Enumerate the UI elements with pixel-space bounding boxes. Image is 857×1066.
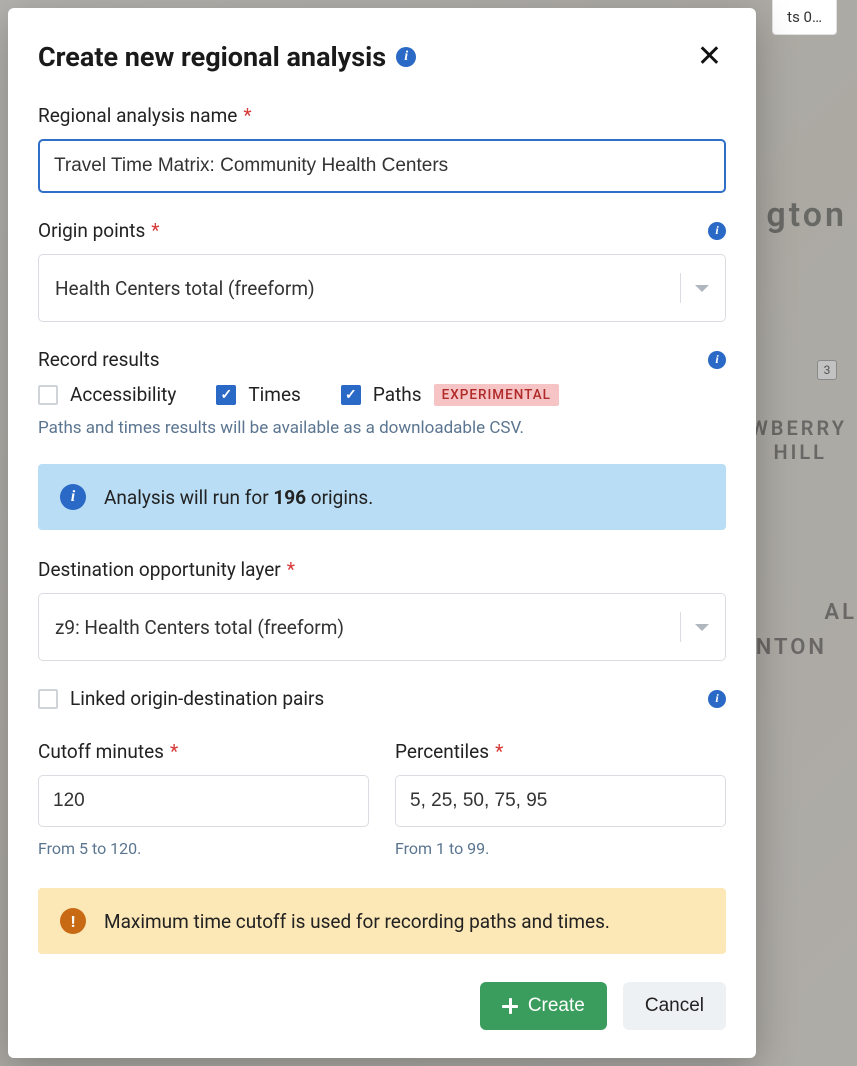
info-icon[interactable]: i <box>708 222 726 240</box>
times-checkbox[interactable] <box>216 385 236 405</box>
warning-text: Maximum time cutoff is used for recordin… <box>104 910 610 933</box>
info-icon[interactable]: i <box>708 351 726 369</box>
close-button[interactable]: ✕ <box>693 38 726 76</box>
chevron-down-icon <box>695 624 709 631</box>
cutoff-label: Cutoff minutes * <box>38 740 369 763</box>
required-marker: * <box>151 219 159 242</box>
destination-select-value: z9: Health Centers total (freeform) <box>55 616 344 639</box>
percentiles-label: Percentiles * <box>395 740 726 763</box>
modal-title: Create new regional analysis i <box>38 41 416 73</box>
modal-footer-buttons: Create Cancel <box>38 982 726 1030</box>
accessibility-checkbox[interactable] <box>38 385 58 405</box>
accessibility-label: Accessibility <box>70 383 176 406</box>
required-marker: * <box>170 740 178 763</box>
record-results-title: Record results <box>38 348 160 371</box>
create-button-label: Create <box>528 995 585 1017</box>
cutoff-warning-banner: ! Maximum time cutoff is used for record… <box>38 888 726 954</box>
name-label-text: Regional analysis name <box>38 104 237 127</box>
origin-count-value: 196 <box>273 486 306 509</box>
name-label: Regional analysis name * <box>38 104 726 127</box>
linked-pairs-label: Linked origin-destination pairs <box>70 687 324 710</box>
cancel-button[interactable]: Cancel <box>623 982 726 1030</box>
linked-pairs-checkbox[interactable] <box>38 689 58 709</box>
modal-header: Create new regional analysis i ✕ <box>38 38 726 76</box>
info-icon: i <box>60 484 86 510</box>
times-option[interactable]: Times <box>216 383 301 406</box>
info-icon[interactable]: i <box>708 690 726 708</box>
warning-icon: ! <box>60 908 86 934</box>
cutoff-minutes-input[interactable] <box>38 775 369 827</box>
origin-label-text: Origin points <box>38 219 145 242</box>
origin-label: Origin points * <box>38 219 159 242</box>
chevron-down-icon <box>695 285 709 292</box>
destination-label-text: Destination opportunity layer <box>38 558 281 581</box>
cutoff-label-text: Cutoff minutes <box>38 740 164 763</box>
linked-pairs-row: Linked origin-destination pairs i <box>38 687 726 710</box>
origin-count-prefix: Analysis will run for <box>104 486 273 509</box>
accessibility-option[interactable]: Accessibility <box>38 383 176 406</box>
destination-layer-select[interactable]: z9: Health Centers total (freeform) <box>38 593 726 661</box>
origin-select-value: Health Centers total (freeform) <box>55 277 315 300</box>
select-divider <box>680 273 681 303</box>
percentiles-input[interactable] <box>395 775 726 827</box>
create-button[interactable]: Create <box>480 982 607 1030</box>
analysis-name-input[interactable] <box>38 139 726 193</box>
cancel-button-label: Cancel <box>645 995 704 1017</box>
origin-count-banner: i Analysis will run for 196 origins. <box>38 464 726 530</box>
origin-count-text: Analysis will run for 196 origins. <box>104 486 373 509</box>
record-results-helper: Paths and times results will be availabl… <box>38 418 726 438</box>
percentiles-hint: From 1 to 99. <box>395 839 726 858</box>
select-divider <box>680 612 681 642</box>
required-marker: * <box>495 740 503 763</box>
times-label: Times <box>248 383 301 406</box>
cutoff-percentiles-row: Cutoff minutes * From 5 to 120. Percenti… <box>38 740 726 884</box>
paths-checkbox[interactable] <box>341 385 361 405</box>
destination-label: Destination opportunity layer * <box>38 558 726 581</box>
create-regional-analysis-modal: Create new regional analysis i ✕ Regiona… <box>8 8 756 1058</box>
required-marker: * <box>243 104 251 127</box>
record-results-options: Accessibility Times Paths EXPERIMENTAL <box>38 383 726 406</box>
origin-points-select[interactable]: Health Centers total (freeform) <box>38 254 726 322</box>
percentiles-label-text: Percentiles <box>395 740 489 763</box>
paths-label: Paths <box>373 383 422 406</box>
info-icon[interactable]: i <box>396 47 416 67</box>
modal-title-text: Create new regional analysis <box>38 41 386 73</box>
top-panel-fragment: ts 0… <box>772 0 837 35</box>
cutoff-hint: From 5 to 120. <box>38 839 369 858</box>
paths-option[interactable]: Paths EXPERIMENTAL <box>341 383 559 406</box>
experimental-badge: EXPERIMENTAL <box>434 384 559 406</box>
required-marker: * <box>287 558 295 581</box>
plus-icon <box>502 998 518 1014</box>
linked-pairs-option[interactable]: Linked origin-destination pairs <box>38 687 324 710</box>
origin-count-suffix: origins. <box>306 486 373 509</box>
